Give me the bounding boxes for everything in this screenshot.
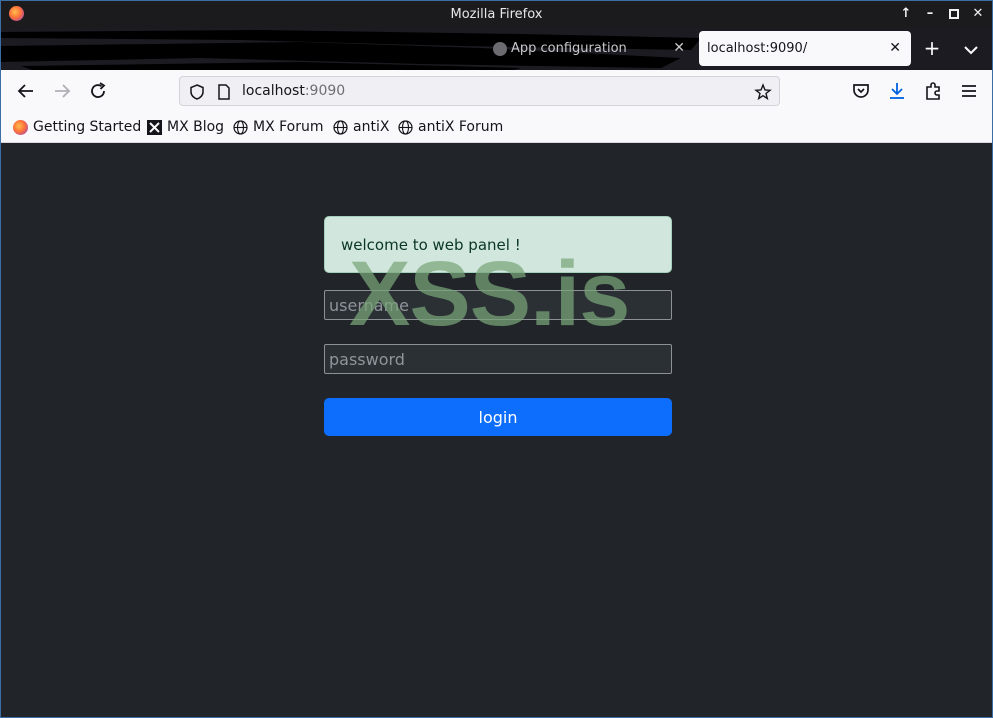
tab-favicon-icon [493,42,507,56]
bookmark-antix-forum[interactable]: antiX Forum [398,118,504,138]
close-tab-icon[interactable]: ✕ [889,40,901,56]
back-arrow-icon[interactable] [14,79,38,103]
extensions-puzzle-icon[interactable] [921,79,945,103]
bookmark-getting-started[interactable]: Getting Started [13,118,142,138]
bookmarks-toolbar: Getting Started MX Blog MX Forum antiX a… [1,112,992,143]
page-content: welcome to web panel ! login XSS.is [1,144,992,717]
download-icon[interactable] [885,79,909,103]
hamburger-menu-icon[interactable] [957,79,981,103]
bookmark-mx-forum[interactable]: MX Forum [233,118,325,138]
password-input[interactable] [324,344,672,374]
globe-icon [398,120,413,135]
close-tab-icon[interactable]: ✕ [673,40,685,56]
navigation-toolbar: localhost:9090 [1,70,992,112]
maximize-icon[interactable] [945,5,963,23]
chevron-down-icon[interactable] [961,40,981,60]
url-port: :9090 [304,83,346,99]
forward-arrow-icon[interactable] [50,79,74,103]
tab-label: App configuration [511,41,627,56]
tab-strip: App configuration ✕ localhost:9090/ ✕ + [1,28,992,73]
welcome-text: welcome to web panel ! [341,236,521,254]
bookmark-label: Getting Started [33,119,142,135]
bookmark-label: antiX Forum [418,119,504,135]
globe-icon [233,120,248,135]
bookmark-label: MX Blog [167,119,225,135]
star-bookmark-icon[interactable] [754,83,772,101]
close-window-icon[interactable]: ✕ [969,5,987,23]
reload-icon[interactable] [86,79,110,103]
shield-icon[interactable] [188,83,206,101]
url-text[interactable]: localhost:9090 [242,83,345,99]
page-icon[interactable] [215,83,233,101]
globe-icon [333,120,348,135]
tab-app-configuration[interactable]: App configuration ✕ [487,34,695,64]
welcome-alert: welcome to web panel ! [324,216,672,273]
login-button[interactable]: login [324,398,672,436]
bookmark-antix[interactable]: antiX [333,118,391,138]
bookmark-mx-blog[interactable]: MX Blog [147,118,227,138]
minimize-icon[interactable]: – [921,5,939,23]
mx-logo-icon [147,120,162,135]
username-input[interactable] [324,290,672,320]
bookmark-label: MX Forum [253,119,324,135]
bookmark-label: antiX [353,119,390,135]
firefox-icon [13,120,28,135]
pocket-icon[interactable] [849,79,873,103]
tab-label: localhost:9090/ [707,41,808,56]
browser-window: Mozilla Firefox ↑ – ✕ App configuration … [0,0,993,718]
new-tab-icon[interactable]: + [921,38,943,60]
url-host: localhost [242,83,305,99]
url-bar[interactable]: localhost:9090 [179,76,780,106]
keep-above-icon[interactable]: ↑ [897,5,915,23]
title-bar: Mozilla Firefox ↑ – ✕ [1,1,992,28]
tab-localhost[interactable]: localhost:9090/ ✕ [699,31,911,66]
window-title: Mozilla Firefox [450,7,543,22]
